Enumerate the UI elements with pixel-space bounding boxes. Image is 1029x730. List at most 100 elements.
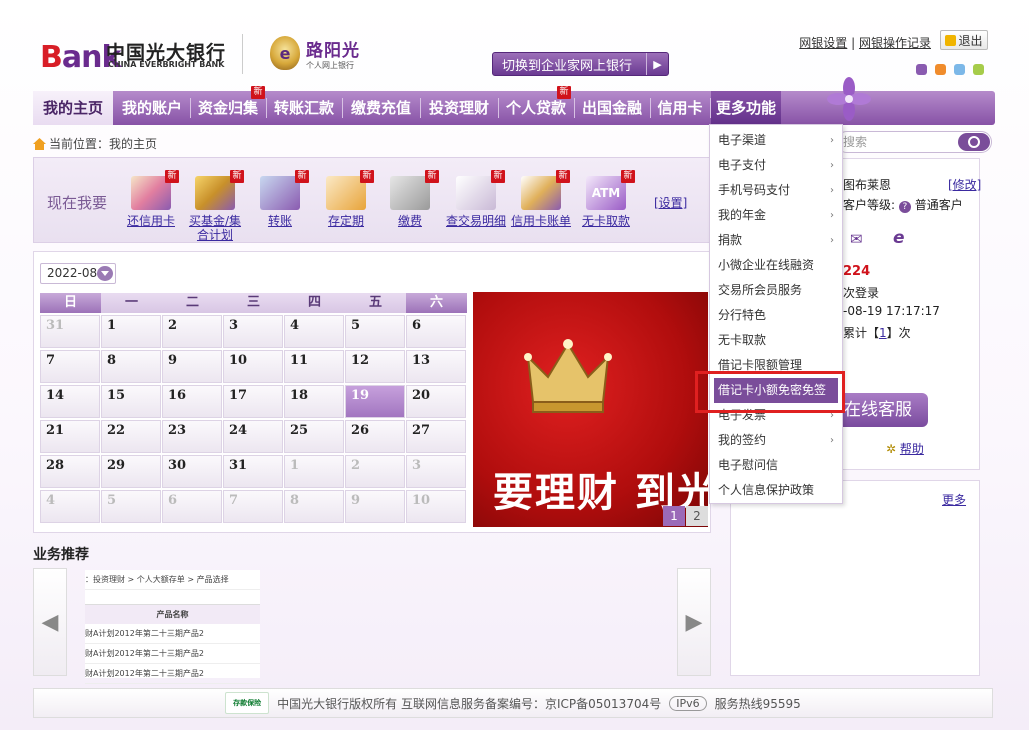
calendar-day[interactable]: 2 [162,315,222,348]
menu-item[interactable]: 电子渠道 › [710,128,842,153]
quick-transaction-details[interactable]: 查交易明细 [446,176,506,228]
menu-item[interactable]: 分行特色 [710,303,842,328]
calendar-day[interactable]: 10 [406,490,466,523]
calendar-day[interactable]: 30 [162,455,222,488]
calendar-day[interactable]: 9 [345,490,405,523]
theme-blue-button[interactable] [954,64,965,75]
menu-item[interactable]: 手机号码支付 › [710,178,842,203]
new-badge: 新 [425,170,439,183]
calendar-day[interactable]: 1 [101,315,161,348]
calendar-day[interactable]: 20 [406,385,466,418]
menu-item[interactable]: 无卡取款 [710,328,842,353]
carousel-prev-button[interactable]: ◀ [33,568,67,676]
calendar-day[interactable]: 27 [406,420,466,453]
calendar-day[interactable]: 23 [162,420,222,453]
theme-green-button[interactable] [973,64,984,75]
calendar-day[interactable]: 25 [284,420,344,453]
calendar-day[interactable]: 28 [40,455,100,488]
calendar-day[interactable]: 13 [406,350,466,383]
theme-orange-button[interactable] [935,64,946,75]
banner-page-2[interactable]: 2 [686,506,708,526]
calendar-day[interactable]: 1 [284,455,344,488]
nav-overseas[interactable]: 出国金融 [575,91,649,125]
switch-to-enterprise-button[interactable]: 切换到企业家网上银行 ▶ [492,52,669,76]
help-link[interactable]: ✲ 帮助 [886,440,924,457]
calendar-day[interactable]: 8 [101,350,161,383]
calendar-day[interactable]: 19 [345,385,405,418]
calendar-day[interactable]: 22 [101,420,161,453]
quick-repay-credit-card[interactable]: 还信用卡 [123,176,179,228]
help-question-icon[interactable]: ? [898,201,911,213]
menu-item[interactable]: 个人信息保护政策 [710,478,842,503]
nav-investment[interactable]: 投资理财 [421,91,497,125]
menu-item[interactable]: 我的签约 › [710,428,842,453]
operation-log-link[interactable]: 网银操作记录 [859,36,931,50]
chevron-right-icon: › [830,235,834,246]
calendar-day[interactable]: 17 [223,385,283,418]
calendar-day[interactable]: 14 [40,385,100,418]
calendar-day[interactable]: 6 [162,490,222,523]
calendar-day[interactable]: 8 [284,490,344,523]
nav-accounts[interactable]: 我的账户 [115,91,189,125]
recommend-preview[interactable]: ：投资理财 > 个人大额存单 > 产品选择 产品名称 财A计划2012年第二十三… [85,570,260,684]
message-icon[interactable]: ✉ [850,230,863,248]
nav-payment[interactable]: 缴费充值 [343,91,419,125]
calendar-day[interactable]: 18 [284,385,344,418]
more-link[interactable]: 更多 [942,491,966,508]
calendar-day[interactable]: 12 [345,350,405,383]
quick-buy-fund[interactable]: 买基金/集 合计划 [186,176,244,242]
promo-banner[interactable]: 要理财 到光大 1 2 [473,292,708,527]
nav-credit-card[interactable]: 信用卡 [651,91,709,125]
calendar-day[interactable]: 9 [162,350,222,383]
nav-transfer[interactable]: 转账汇款 [267,91,341,125]
quick-cardless-withdrawal[interactable]: ATM 无卡取款 [580,176,632,228]
calendar-day[interactable]: 24 [223,420,283,453]
quick-settings-link[interactable]: [设置] [654,194,687,211]
nav-home[interactable]: 我的主页 [33,91,113,125]
quick-credit-card-bill[interactable]: 信用卡账单 [510,176,572,228]
search-input[interactable]: 搜索 [836,131,992,153]
quick-fixed-deposit[interactable]: 存定期 [324,176,368,228]
carousel-next-button[interactable]: ▶ [677,568,711,676]
new-badge: 新 [251,86,265,99]
quick-transfer[interactable]: 转账 [258,176,302,228]
calendar-day[interactable]: 5 [101,490,161,523]
calendar-day[interactable]: 7 [40,350,100,383]
theme-purple-button[interactable] [916,64,927,75]
calendar-day[interactable]: 26 [345,420,405,453]
banner-page-1[interactable]: 1 [663,506,685,526]
calendar-day[interactable]: 29 [101,455,161,488]
nav-more[interactable]: 更多功能 [711,91,781,125]
calendar-day[interactable]: 16 [162,385,222,418]
menu-item[interactable]: 捐款 › [710,228,842,253]
calendar-day[interactable]: 31 [223,455,283,488]
calendar-day[interactable]: 15 [101,385,161,418]
quick-pay-bills[interactable]: 缴费 [390,176,430,228]
new-badge: 新 [165,170,179,183]
calendar-day[interactable]: 5 [345,315,405,348]
footer-copyright: 中国光大银行版权所有 互联网信息服务备案编号：京ICP备05013704号 [277,696,662,711]
calendar-day[interactable]: 6 [406,315,466,348]
menu-item[interactable]: 电子慰问信 [710,453,842,478]
calendar-day[interactable]: 3 [223,315,283,348]
calendar-day[interactable]: 3 [406,455,466,488]
calendar-day[interactable]: 10 [223,350,283,383]
menu-item[interactable]: 我的年金 › [710,203,842,228]
menu-item[interactable]: 电子支付 › [710,153,842,178]
ie-browser-icon[interactable]: e [893,228,905,248]
online-service-button[interactable]: 在线客服 [840,393,928,427]
menu-item[interactable]: 交易所会员服务 [710,278,842,303]
logout-button[interactable]: 退出 [940,30,988,50]
bank-settings-link[interactable]: 网银设置 [799,36,847,50]
calendar-day[interactable]: 7 [223,490,283,523]
menu-item[interactable]: 小微企业在线融资 [710,253,842,278]
calendar-day[interactable]: 4 [284,315,344,348]
calendar-day[interactable]: 2 [345,455,405,488]
calendar-day[interactable]: 31 [40,315,100,348]
month-select[interactable]: 2022-08 [40,263,116,284]
calendar-day[interactable]: 4 [40,490,100,523]
search-icon[interactable] [958,133,990,151]
edit-profile-link[interactable]: [修改] [948,176,981,193]
calendar-day[interactable]: 11 [284,350,344,383]
calendar-day[interactable]: 21 [40,420,100,453]
